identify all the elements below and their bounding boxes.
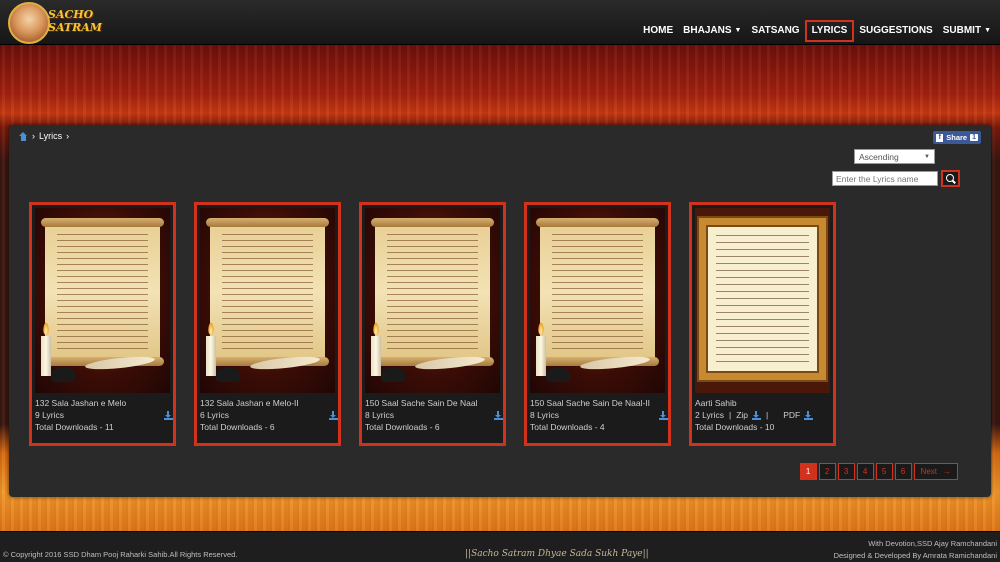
pdf-download-icon[interactable]: [804, 410, 814, 420]
footer-tagline: ||Sacho Satram Dhyae Sada Sukh Paye||: [465, 549, 649, 559]
lyrics-thumbnail[interactable]: [365, 208, 500, 393]
site-logo[interactable]: SACHO SATRAM: [8, 2, 108, 44]
footer: © Copyright 2016 SSD Dham Pooj Raharki S…: [0, 531, 1000, 562]
credit-line-1: With Devotion,SSD Ajay Ramchandani: [868, 539, 997, 548]
card-title[interactable]: 150 Saal Sache Sain De Naal: [365, 398, 503, 408]
nav-home[interactable]: HOME: [638, 20, 678, 42]
sort-select[interactable]: Ascending ▼: [854, 149, 935, 164]
download-icon[interactable]: [494, 411, 503, 420]
header: SACHO SATRAM HOME BHAJANS ▼ SATSANG LYRIC…: [0, 0, 1000, 45]
page-4-button[interactable]: 4: [856, 463, 874, 480]
nav-lyrics[interactable]: LYRICS: [804, 20, 855, 42]
share-count: 1: [970, 134, 978, 141]
page-3-button[interactable]: 3: [837, 463, 855, 480]
page-5-button[interactable]: 5: [875, 463, 893, 480]
download-options: 2 Lyrics | Zip | PDF: [695, 410, 814, 420]
card-title[interactable]: 132 Sala Jashan e Melo: [35, 398, 173, 408]
arrow-right-icon: →: [943, 467, 951, 476]
nav-bhajans[interactable]: BHAJANS ▼: [678, 20, 746, 42]
search-input[interactable]: [832, 171, 938, 186]
facebook-share-button[interactable]: f Share 1: [933, 131, 981, 144]
lyrics-card[interactable]: Aarti Sahib 2 Lyrics | Zip | PDF Total D…: [689, 202, 836, 446]
caret-down-icon: ▼: [984, 27, 991, 34]
download-count: Total Downloads - 10: [695, 422, 775, 432]
lyrics-count: 9 Lyrics: [35, 410, 64, 420]
logo-line-2: SATRAM: [48, 21, 102, 34]
lyrics-panel: › Lyrics › f Share 1 Ascending ▼ Enter t…: [9, 125, 991, 497]
pdf-label: PDF: [783, 410, 801, 420]
page-6-button[interactable]: 6: [894, 463, 912, 480]
main-nav: HOME BHAJANS ▼ SATSANG LYRICS SUGGESTIONS…: [638, 19, 996, 43]
page-background: › Lyrics › f Share 1 Ascending ▼ Enter t…: [0, 45, 1000, 531]
lyrics-count: 2 Lyrics: [695, 410, 724, 420]
lyrics-count: 6 Lyrics: [200, 410, 229, 420]
credit-line-2: Designed & Developed By Amrata Ramichand…: [833, 551, 997, 560]
breadcrumb-current[interactable]: Lyrics: [39, 131, 62, 141]
lyrics-card[interactable]: 132 Sala Jashan e Melo-II 6 Lyrics Total…: [194, 202, 341, 446]
lyrics-thumbnail[interactable]: [530, 208, 665, 393]
download-icon[interactable]: [164, 411, 173, 420]
lyrics-card[interactable]: 150 Saal Sache Sain De Naal-II 8 Lyrics …: [524, 202, 671, 446]
home-icon[interactable]: [19, 131, 28, 141]
lyrics-count: 8 Lyrics: [530, 410, 559, 420]
download-count: Total Downloads - 6: [200, 422, 275, 432]
caret-down-icon: ▼: [734, 27, 742, 34]
lyrics-card[interactable]: 132 Sala Jashan e Melo 9 Lyrics Total Do…: [29, 202, 176, 446]
chevron-right-icon: ›: [66, 131, 70, 141]
breadcrumb: › Lyrics ›: [19, 131, 69, 141]
logo-emblem-icon: [8, 2, 50, 44]
download-count: Total Downloads - 4: [530, 422, 605, 432]
download-count: Total Downloads - 11: [35, 422, 114, 432]
next-page-button[interactable]: Next →: [913, 463, 958, 480]
page-1-button[interactable]: 1: [799, 463, 817, 480]
nav-satsang[interactable]: SATSANG: [746, 20, 804, 42]
copyright-text: © Copyright 2016 SSD Dham Pooj Raharki S…: [3, 550, 238, 559]
lyrics-count: 8 Lyrics: [365, 410, 394, 420]
card-title[interactable]: 150 Saal Sache Sain De Naal-II: [530, 398, 668, 408]
select-arrow-icon: ▼: [924, 153, 930, 160]
lyrics-card[interactable]: 150 Saal Sache Sain De Naal 8 Lyrics Tot…: [359, 202, 506, 446]
download-count: Total Downloads - 6: [365, 422, 440, 432]
search-icon: [945, 173, 956, 184]
lyrics-thumbnail[interactable]: [200, 208, 335, 393]
card-title[interactable]: Aarti Sahib: [695, 398, 833, 408]
logo-line-1: SACHO: [48, 8, 94, 21]
zip-download-icon[interactable]: [752, 410, 762, 420]
chevron-right-icon: ›: [32, 131, 35, 141]
card-title[interactable]: 132 Sala Jashan e Melo-II: [200, 398, 338, 408]
download-icon[interactable]: [659, 411, 668, 420]
lyrics-thumbnail[interactable]: [35, 208, 170, 393]
nav-submit[interactable]: SUBMIT ▼: [938, 20, 996, 42]
facebook-icon: f: [936, 133, 944, 142]
nav-suggestions[interactable]: SUGGESTIONS: [854, 20, 937, 42]
footer-credits: With Devotion,SSD Ajay Ramchandani Desig…: [834, 538, 997, 562]
zip-label: Zip: [736, 410, 749, 420]
pagination: 1 2 3 4 5 6 Next →: [799, 463, 958, 480]
search-button[interactable]: [941, 170, 960, 187]
download-icon[interactable]: [329, 411, 338, 420]
lyrics-thumbnail[interactable]: [695, 208, 830, 393]
page-2-button[interactable]: 2: [818, 463, 836, 480]
